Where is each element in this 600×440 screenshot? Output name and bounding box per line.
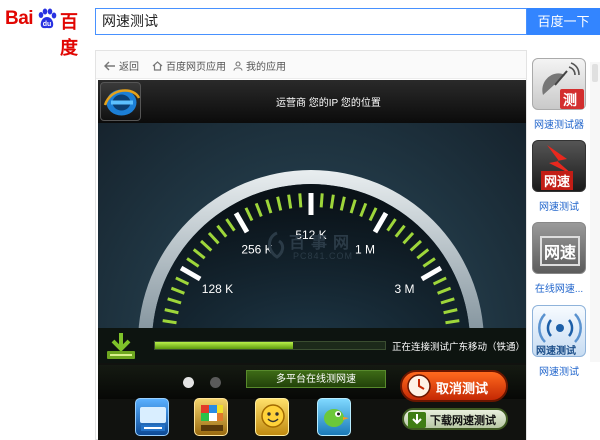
gauge-minor-tick [319, 193, 324, 208]
satellite-dish-glyph [542, 62, 584, 109]
gauge-minor-tick [445, 319, 460, 325]
home-label: 百度网页应用 [166, 62, 226, 73]
gauge-label: 128 K [202, 282, 233, 296]
side-thumb-text-1: 测 [563, 92, 577, 108]
paw-icon: du [38, 8, 57, 29]
my-apps-label: 我的应用 [246, 62, 286, 73]
gauge-minor-tick [298, 193, 303, 208]
side-thumb-text-2: 网速 [541, 171, 574, 190]
page: Bai du 百度 网速测试 百度一下 返回 百度网页应用 我的应用 运营商 您… [0, 0, 600, 440]
gauge-minor-tick [329, 194, 335, 209]
platform-label: 多平台在线测网速 [246, 370, 386, 388]
download-tray-icon [107, 333, 135, 359]
download-app-label: 下载网速测试 [430, 415, 496, 427]
satellite-speed-icon: 测 [532, 58, 586, 110]
my-apps-link[interactable]: 我的应用 [233, 58, 286, 73]
progress-fill [155, 342, 293, 349]
search-bar: Bai du 百度 网速测试 百度一下 [0, 0, 600, 59]
gauge-minor-tick [287, 194, 293, 209]
gauge-minor-tick [162, 319, 177, 325]
online-app-icon[interactable] [135, 398, 169, 436]
scrollbar-thumb[interactable] [592, 64, 598, 82]
back-link[interactable]: 返回 [104, 58, 139, 73]
side-label-2[interactable]: 网速测试 [530, 198, 588, 213]
watermark-swirl-icon [268, 231, 285, 259]
back-arrow-icon [104, 61, 115, 70]
baidu-logo[interactable]: Bai du 百度 [5, 8, 87, 59]
face-app-icon[interactable] [255, 398, 289, 436]
side-label-1[interactable]: 网速测试器 [530, 116, 588, 131]
app-header: 运营商 您的IP 您的位置 [98, 80, 526, 123]
face-app-glyph [261, 404, 285, 428]
logo-text-cn: 百度 [60, 12, 78, 59]
download-app-button[interactable]: 下载网速测试 [402, 408, 508, 430]
progress-track [154, 341, 386, 350]
side-label-3[interactable]: 在线网速... [530, 280, 588, 295]
status-text: 正在连接测试广东移动（铁通） [392, 342, 526, 353]
online-app-glyph [140, 407, 166, 431]
browser-logo [100, 82, 141, 121]
lightning-speed-icon: 网速 [532, 140, 586, 192]
watermark: 百事网 PC841.COM [265, 229, 395, 269]
cancel-test-button[interactable]: 取消测试 [400, 370, 508, 402]
page-dot-1[interactable] [183, 377, 194, 388]
cancel-test-label: 取消测试 [436, 381, 489, 396]
app-frame: 返回 百度网页应用 我的应用 运营商 您的IP 您的位置 128 K 256 K… [95, 50, 527, 440]
home-link[interactable]: 百度网页应用 [152, 58, 226, 73]
side-label-4[interactable]: 网速测试 [530, 363, 588, 378]
bird-app-icon[interactable] [317, 398, 351, 436]
cube-app-icon[interactable] [194, 398, 228, 436]
e-logo-icon [103, 89, 141, 116]
app-navbar: 返回 百度网页应用 我的应用 [96, 51, 526, 79]
signal-speed-icon: 网速测试 [532, 305, 586, 357]
bird-app-glyph [324, 409, 349, 427]
back-label: 返回 [119, 62, 139, 73]
operator-info: 运营商 您的IP 您的位置 [276, 98, 381, 109]
gauge-stage: 0 K128 K256 K512 K1 M3 M5 M 百事网 PC841.CO… [98, 123, 526, 363]
sidebar-scrollbar[interactable] [590, 62, 600, 362]
side-thumb-text-4: 网速测试 [536, 346, 576, 357]
gauge-label: 3 M [395, 282, 415, 296]
search-input[interactable]: 网速测试 [95, 8, 527, 35]
watermark-domain: PC841.COM [293, 251, 354, 261]
gray-speed-icon: 网速 [532, 222, 586, 274]
search-button[interactable]: 百度一下 [527, 8, 600, 35]
download-arrow-icon [408, 412, 426, 428]
speed-test-app: 运营商 您的IP 您的位置 128 K 256 K 512 K 1 M 3 M … [98, 80, 526, 440]
progress-row: 正在连接测试广东移动（铁通） [98, 328, 526, 363]
page-dot-2[interactable] [210, 377, 221, 388]
side-thumb-text-3: 网速 [540, 236, 581, 266]
logo-text: Bai [5, 8, 34, 29]
home-icon [152, 60, 163, 71]
watermark-text: 百事网 [289, 233, 356, 252]
user-icon [233, 60, 243, 71]
clock-icon [407, 374, 431, 398]
cube-app-glyph [201, 405, 223, 431]
svg-text:du: du [43, 21, 52, 28]
